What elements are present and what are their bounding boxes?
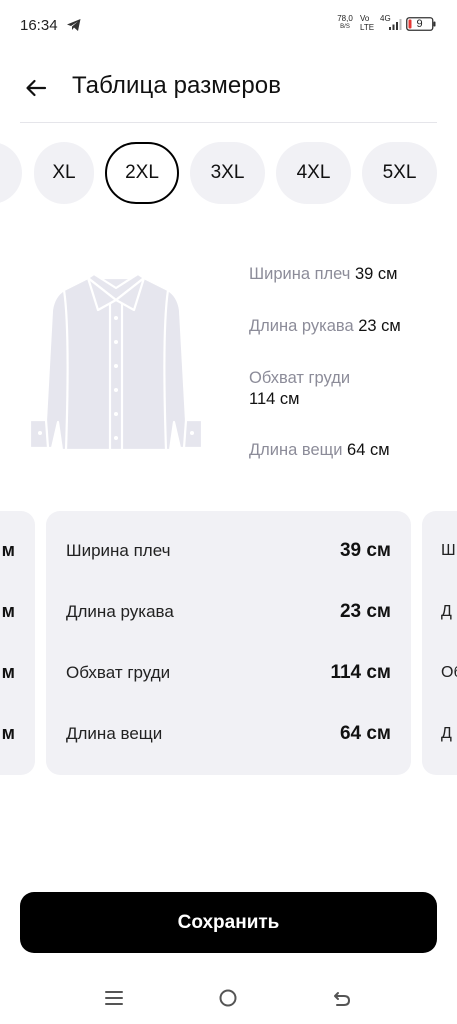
card-row-label: Длина рукава — [66, 602, 174, 621]
measure-label: Длина рукава — [249, 317, 354, 335]
card-label-partial: Об — [441, 664, 457, 681]
measure-label: Обхват груди — [249, 369, 351, 387]
measure-label: Ширина плеч — [249, 265, 351, 283]
arrow-left-icon — [26, 79, 47, 97]
card-value-partial: м — [1, 723, 15, 743]
system-navbar — [0, 975, 457, 1024]
card-value-partial: м — [1, 540, 15, 560]
measure-chest: Обхват груди 114 см — [249, 368, 350, 410]
measure-value: 23 см — [358, 317, 401, 335]
net-speed-value: 78,0 — [337, 14, 353, 23]
home-button[interactable] — [213, 985, 243, 1011]
card-row-label: Ширина плеч — [66, 541, 171, 560]
measure-value: 114 см — [249, 390, 300, 408]
recent-apps-button[interactable] — [99, 985, 129, 1011]
size-chip-3xl[interactable]: 3XL — [190, 142, 265, 204]
battery-level: 9 — [416, 18, 423, 30]
size-chip-5xl[interactable]: 5XL — [362, 142, 437, 204]
signal-icon — [389, 19, 402, 30]
header: Таблица размеров — [0, 58, 457, 118]
back-button[interactable] — [16, 68, 56, 108]
measure-length: Длина вещи 64 см — [249, 440, 390, 461]
page-title: Таблица размеров — [72, 72, 282, 99]
card-row-label: Обхват груди — [66, 663, 171, 682]
net-speed: 78,0 B/S — [334, 14, 356, 32]
size-chips: XL 2XL 3XL 4XL 5XL — [0, 142, 457, 204]
volte-bottom: LTE — [360, 23, 375, 32]
save-button[interactable]: Сохранить — [20, 892, 437, 953]
telegram-icon — [67, 19, 81, 31]
size-chip-4xl[interactable]: 4XL — [276, 142, 351, 204]
back-arrow-icon — [334, 992, 351, 1006]
card-label-partial: Ш — [441, 542, 456, 559]
card-row-value: 23 см — [339, 601, 391, 622]
card-label-partial: Д — [441, 725, 452, 742]
header-divider — [20, 122, 437, 123]
size-card-current[interactable]: Ширина плеч 39 см Длина рукава 23 см Обх… — [46, 511, 411, 775]
measure-value: 39 см — [355, 265, 398, 283]
card-row-value: 64 см — [339, 723, 391, 744]
system-back-button[interactable] — [327, 985, 357, 1011]
measure-label: Длина вещи — [249, 441, 343, 459]
volte-top: Vo — [360, 14, 370, 23]
status-time: 16:34 — [20, 17, 58, 34]
size-cards-carousel[interactable]: м м м м Ширина плеч 39 см Длина рукава 2… — [0, 511, 457, 775]
size-card-previous[interactable]: м м м м — [0, 511, 35, 775]
card-row-value: 39 см — [339, 540, 391, 561]
menu-icon — [105, 991, 123, 1005]
size-chip-xl[interactable]: XL — [34, 142, 94, 204]
measure-value: 64 см — [347, 441, 390, 459]
net-speed-unit: B/S — [340, 24, 350, 30]
home-circle-icon — [219, 989, 237, 1007]
size-chip-2xl[interactable]: 2XL — [105, 142, 179, 204]
status-bar: 16:34 78,0 B/S Vo LTE 4G 9 — [0, 0, 457, 52]
shirt-icon — [28, 272, 204, 452]
card-value-partial: м — [1, 601, 15, 621]
card-row-label: Длина вещи — [66, 724, 163, 743]
volte-indicator: Vo LTE — [360, 14, 374, 32]
size-chip-l[interactable] — [0, 142, 22, 204]
shirt-illustration — [26, 270, 206, 455]
measure-sleeve: Длина рукава 23 см — [249, 316, 401, 337]
card-label-partial: Д — [441, 603, 452, 620]
card-value-partial: м — [1, 662, 15, 682]
card-row-value: 114 см — [330, 662, 391, 683]
size-card-next[interactable]: Ш Д Об Д — [422, 511, 457, 775]
measure-shoulder: Ширина плеч 39 см — [249, 264, 398, 285]
